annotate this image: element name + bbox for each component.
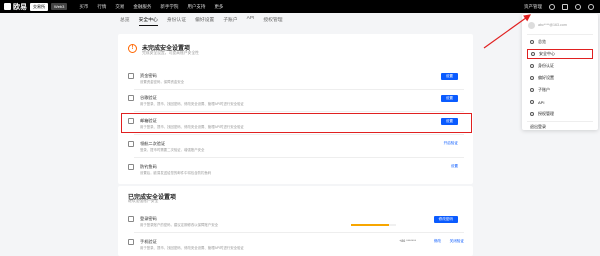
complete-settings-card: 已完成安全设置项 继续加强账户安全 登录密码 用于登录账户的密码，建议定期修改以… <box>118 186 473 256</box>
tab-api[interactable]: API <box>247 16 255 26</box>
nav-markets[interactable]: 行情 <box>97 4 106 10</box>
dropdown-item-identity[interactable]: 身份认证 <box>527 61 593 71</box>
divider <box>134 134 464 135</box>
user-icon[interactable] <box>549 3 555 10</box>
exchange-pill[interactable]: 交易所 <box>30 2 48 11</box>
tab-overview[interactable]: 总览 <box>120 16 130 26</box>
setting-desc: 用于登录、提币、找回密码、修改安全设置、管理API时进行安全验证 <box>140 102 244 106</box>
setting-desc: 用于登录、提币、找回密码、修改安全设置、管理API时进行安全验证 <box>140 246 244 250</box>
asset-management-link[interactable]: 资产管理 <box>524 4 542 10</box>
disable-verify-link[interactable]: 关闭验证 <box>450 239 464 244</box>
dropdown-item-preferences[interactable]: 偏好设置 <box>527 73 593 83</box>
api-icon <box>530 100 534 104</box>
dropdown-username: abc****@163.com <box>538 23 567 27</box>
logo-icon <box>4 3 11 10</box>
authorization-icon <box>530 112 534 116</box>
user-dropdown-menu: abc****@163.com 总览 安全中心 身份认证 偏好设置 子账户 AP… <box>522 14 598 130</box>
dropdown-item-overview[interactable]: 总览 <box>527 37 593 47</box>
setting-row-login-password: 登录密码 用于登录账户的密码，建议定期修改以保障账户安全 修改密码 <box>126 213 466 231</box>
brand-name: 欧易 <box>13 3 27 11</box>
nav-finance[interactable]: 金融服务 <box>133 4 151 10</box>
email-verify-highlight <box>121 113 472 133</box>
complete-subtitle: 继续加强账户安全 <box>128 199 159 203</box>
top-right-actions: 资产管理 <box>524 0 594 13</box>
identity-icon <box>530 64 534 68</box>
setting-desc: 设置资金密码，保障资金安全 <box>140 80 185 84</box>
setting-row-phone-verify: 手机验证 用于登录、提币、找回密码、修改安全设置、管理API时进行安全验证 +8… <box>126 236 466 254</box>
nav-trade[interactable]: 交易 <box>115 4 124 10</box>
tab-preferences[interactable]: 偏好设置 <box>195 16 214 26</box>
setting-desc: 设置后，欧易发送给您的邮件中将包含防钓鱼码 <box>140 171 212 175</box>
set-button[interactable]: 设置 <box>440 73 458 80</box>
divider <box>527 34 593 35</box>
dropdown-item-api[interactable]: API <box>527 97 593 107</box>
dropdown-item-logout[interactable]: 退出登录 <box>527 122 593 132</box>
brand-logo[interactable]: 欧易 <box>4 2 27 12</box>
warning-icon: ! <box>128 44 137 53</box>
incomplete-subtitle: 完成安全设置，可提高账户安全性 <box>142 51 199 55</box>
tab-identity[interactable]: 身份认证 <box>167 16 186 26</box>
setting-row-fund-password: 资金密码 设置资金密码，保障资金安全 设置 <box>126 70 466 88</box>
divider <box>134 89 464 90</box>
tab-authorization[interactable]: 授权管理 <box>263 16 282 26</box>
change-password-button[interactable]: 修改密码 <box>433 216 458 223</box>
subaccount-icon <box>530 88 534 92</box>
nav-academy[interactable]: 新手学院 <box>160 4 178 10</box>
modify-link[interactable]: 修改 <box>434 239 441 244</box>
nav-buy[interactable]: 买币 <box>79 4 88 10</box>
avatar <box>528 21 535 29</box>
set-button[interactable]: 设置 <box>440 95 458 102</box>
divider <box>134 157 464 158</box>
top-navbar: 欧易 交易所 Web3 买币 行情 交易 金融服务 新手学院 用户支持 更多 资… <box>0 0 600 13</box>
nav-more[interactable]: 更多 <box>214 4 223 10</box>
password-strength-bar <box>351 224 396 226</box>
security-icon <box>531 52 535 56</box>
main-nav: 买币 行情 交易 金融服务 新手学院 用户支持 更多 <box>79 4 223 10</box>
dropdown-item-authorization[interactable]: 授权管理 <box>527 109 593 119</box>
lock-icon <box>128 73 134 79</box>
tab-security[interactable]: 安全中心 <box>138 16 158 26</box>
setting-desc: 登录、提币时需要二次验证，增强账户安全 <box>140 148 205 152</box>
divider <box>134 232 464 233</box>
overview-icon <box>530 40 534 44</box>
shield-icon <box>128 141 134 147</box>
enable-verify-link[interactable]: 开启验证 <box>444 141 458 146</box>
download-icon[interactable] <box>562 3 568 10</box>
tab-subaccount[interactable]: 子账户 <box>223 16 237 26</box>
key-icon <box>128 216 134 222</box>
password-strength-fill <box>351 224 390 226</box>
anti-phishing-icon <box>128 164 134 170</box>
nav-support[interactable]: 用户支持 <box>187 4 205 10</box>
divider <box>134 111 464 112</box>
notification-icon[interactable] <box>575 3 581 10</box>
setting-row-anti-phishing: 防钓鱼码 设置后，欧易发送给您的邮件中将包含防钓鱼码 设置 <box>126 161 466 179</box>
web3-pill[interactable]: Web3 <box>51 3 68 10</box>
globe-icon[interactable] <box>588 3 594 10</box>
masked-phone: +86 ******* <box>399 239 416 243</box>
set-link[interactable]: 设置 <box>451 164 458 169</box>
setting-row-google-auth: 谷歌验证 用于登录、提币、找回密码、修改安全设置、管理API时进行安全验证 设置 <box>126 92 466 110</box>
dropdown-item-subaccount[interactable]: 子账户 <box>527 85 593 95</box>
setting-row-two-step: 领航二次验证 登录、提币时需要二次验证，增强账户安全 开启验证 <box>126 138 466 156</box>
setting-desc: 用于登录账户的密码，建议定期修改以保障账户安全 <box>140 223 218 227</box>
preferences-icon <box>530 76 534 80</box>
google-auth-icon <box>128 95 134 101</box>
dropdown-item-security[interactable]: 安全中心 <box>527 49 593 59</box>
dropdown-user: abc****@163.com <box>528 20 592 30</box>
incomplete-settings-card: ! 未完成安全设置项 完成安全设置，可提高账户安全性 资金密码 设置资金密码，保… <box>118 34 473 184</box>
phone-icon <box>128 239 134 245</box>
account-tabs: 总览 安全中心 身份认证 偏好设置 子账户 API 授权管理 <box>120 16 283 26</box>
